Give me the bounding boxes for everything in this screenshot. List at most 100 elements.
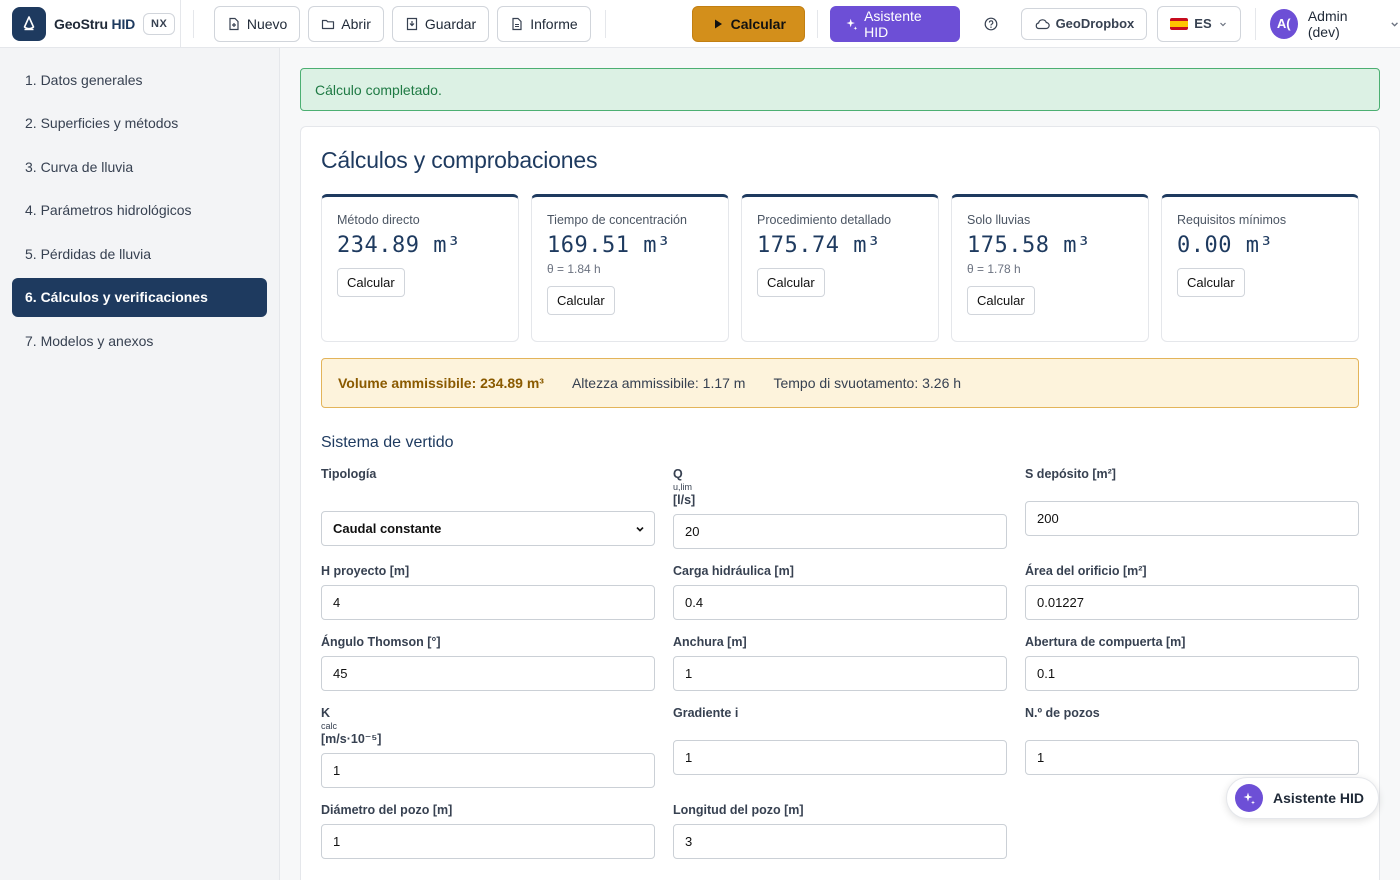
report-icon (512, 17, 522, 30)
sidebar: 1. Datos generales 2. Superficies y méto… (0, 48, 280, 880)
stat-label: Requisitos mínimos (1177, 213, 1287, 227)
brand: GeoStru HID NX (0, 0, 181, 48)
field-label: Abertura de compuerta [m] (1025, 635, 1186, 649)
longitud-input[interactable]: 3 (673, 824, 1007, 859)
gradiente-input[interactable]: 1 (673, 740, 1007, 775)
sparkle-icon (846, 18, 858, 30)
field-label: Ángulo Thomson [°] (321, 635, 441, 649)
toolbar-divider (192, 9, 194, 38)
summary-time: Tempo di svuotamento: 3.26 h (773, 375, 962, 391)
geodropbox-button[interactable]: GeoDropbox (1020, 7, 1148, 40)
calculate-button[interactable]: Calcular (691, 5, 805, 42)
calculate-procedimiento-button[interactable]: Calcular (757, 268, 825, 297)
field-label: S depósito [m²] (1025, 467, 1116, 481)
angulo-input[interactable]: 45 (321, 656, 655, 691)
field-anchura: Anchura [m] 1 (673, 634, 1007, 691)
user-name: Admin (dev) (1307, 7, 1348, 40)
calculate-tiempo-concentracion-button[interactable]: Calcular (547, 286, 615, 315)
field-unit: [m/s·10⁻⁵] (321, 732, 382, 746)
assistant-button[interactable]: Asistente HID (829, 5, 960, 42)
calculate-solo-lluvias-button[interactable]: Calcular (967, 286, 1035, 315)
open-button[interactable]: Abrir (308, 5, 384, 42)
stat-card-procedimiento-detallado: Procedimiento detallado 175.74 m³ Calcul… (741, 194, 939, 342)
user-menu[interactable]: A( Admin (dev) (1254, 7, 1400, 40)
field-subscript: calc (321, 721, 338, 731)
field-label: Carga hidráulica [m] (673, 564, 794, 578)
help-icon[interactable] (978, 10, 1005, 38)
field-diametro: Diámetro del pozo [m] 1 (321, 802, 655, 859)
floating-assistant-button[interactable]: Asistente HID (1226, 777, 1380, 819)
sidebar-item-curva-lluvia[interactable]: 3. Curva de lluvia (12, 147, 267, 186)
stat-value: 169.51 m³ (547, 233, 671, 258)
sidebar-item-modelos[interactable]: 7. Modelos y anexos (12, 321, 267, 360)
stat-label: Método directo (337, 213, 420, 227)
stat-card-metodo-directo: Método directo 234.89 m³ Calcular (321, 194, 519, 342)
sidebar-item-superficies[interactable]: 2. Superficies y métodos (12, 104, 267, 143)
sidebar-item-datos-generales[interactable]: 1. Datos generales (12, 60, 267, 99)
summary-height: Altezza ammissibile: 1.17 m (571, 375, 746, 391)
sparkle-icon (1235, 784, 1263, 812)
stat-label: Tiempo de concentración (547, 213, 687, 227)
field-k: K calc [m/s·10⁻⁵] 1 (321, 705, 655, 788)
s-deposito-input[interactable]: 200 (1025, 501, 1359, 536)
avatar: A( (1269, 8, 1298, 39)
stat-value: 175.58 m³ (967, 233, 1091, 258)
sidebar-item-parametros[interactable]: 4. Parámetros hidrológicos (12, 191, 267, 230)
carga-input[interactable]: 0.4 (673, 585, 1007, 620)
k-input[interactable]: 1 (321, 753, 655, 788)
field-gradiente: Gradiente i 1 (673, 705, 1007, 788)
field-area-orificio: Área del orificio [m²] 0.01227 (1025, 563, 1359, 620)
summary-volume: Volume ammissibile: 234.89 m³ (338, 375, 544, 391)
app-logo-icon[interactable] (12, 6, 46, 41)
play-icon (714, 19, 722, 28)
diametro-input[interactable]: 1 (321, 824, 655, 859)
stat-value: 234.89 m³ (337, 233, 461, 258)
chevron-down-icon (1219, 22, 1226, 26)
field-unit: [l/s] (673, 493, 696, 507)
field-s-deposito: S depósito [m²] 200 (1025, 466, 1359, 549)
field-label: Gradiente i (673, 706, 739, 720)
main-content: Cálculo completado. Cálculos y comprobac… (280, 48, 1400, 880)
q-input[interactable]: 20 (673, 514, 1007, 549)
language-selector[interactable]: ES (1157, 5, 1241, 42)
field-angulo: Ángulo Thomson [°] 45 (321, 634, 655, 691)
field-subscript: u,lim (673, 482, 693, 492)
stats-row: Método directo 234.89 m³ Calcular Tiempo… (321, 194, 1359, 342)
stat-card-tiempo-concentracion: Tiempo de concentración 169.51 m³ θ = 1.… (531, 194, 729, 342)
geodropbox-label: GeoDropbox (1055, 16, 1135, 31)
field-label: N.º de pozos (1025, 706, 1100, 720)
field-label: Diámetro del pozo [m] (321, 803, 453, 817)
calculate-requisitos-button[interactable]: Calcular (1177, 268, 1245, 297)
chevron-down-icon (636, 526, 644, 532)
new-file-icon (229, 17, 239, 30)
stat-card-solo-lluvias: Solo lluvias 175.58 m³ θ = 1.78 h Calcul… (951, 194, 1149, 342)
field-label: H proyecto [m] (321, 564, 410, 578)
field-q: Q u,lim [l/s] 20 (673, 466, 1007, 549)
n-pozos-input[interactable]: 1 (1025, 740, 1359, 775)
new-button[interactable]: Nuevo (213, 5, 301, 42)
report-button[interactable]: Informe (497, 5, 591, 42)
stat-card-requisitos-minimos: Requisitos mínimos 0.00 m³ Calcular (1161, 194, 1359, 342)
stat-label: Procedimiento detallado (757, 213, 892, 227)
save-button-label: Guardar (424, 15, 477, 32)
sidebar-item-calculos[interactable]: 6. Cálculos y verificaciones (12, 277, 267, 317)
abertura-input[interactable]: 0.1 (1025, 656, 1359, 691)
sidebar-item-perdidas[interactable]: 5. Pérdidas de lluvia (12, 234, 267, 273)
h-proyecto-input[interactable]: 4 (321, 585, 655, 620)
area-orificio-input[interactable]: 0.01227 (1025, 585, 1359, 620)
save-button[interactable]: Guardar (391, 5, 490, 42)
calculate-metodo-directo-button[interactable]: Calcular (337, 268, 405, 297)
field-h-proyecto: H proyecto [m] 4 (321, 563, 655, 620)
stat-value: 0.00 m³ (1177, 233, 1274, 258)
toolbar-divider (604, 9, 606, 38)
cloud-icon (1035, 18, 1050, 29)
floating-assistant-label: Asistente HID (1273, 790, 1365, 806)
field-abertura: Abertura de compuerta [m] 0.1 (1025, 634, 1359, 691)
field-label: Tipología (321, 467, 377, 481)
tipologia-select[interactable]: Caudal constante (321, 511, 655, 546)
discharge-form: Tipología Caudal constante Q u,lim [l/s]… (321, 466, 1359, 873)
assistant-button-label: Asistente HID (864, 7, 922, 40)
edition-badge: NX (143, 12, 176, 35)
anchura-input[interactable]: 1 (673, 656, 1007, 691)
field-label: Área del orificio [m²] (1025, 564, 1147, 578)
